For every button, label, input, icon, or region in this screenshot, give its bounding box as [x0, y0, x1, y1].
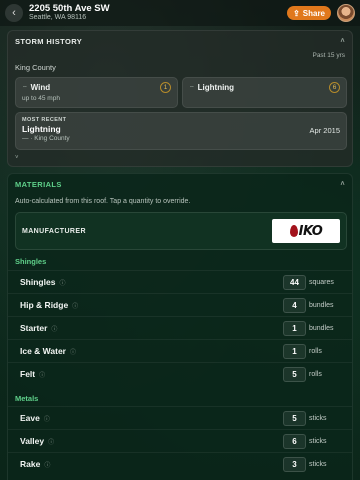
material-unit: sticks	[309, 414, 327, 422]
quantity-field[interactable]: 1	[283, 343, 306, 359]
material-name: Starter	[20, 323, 48, 333]
material-row: Starter ⓘ 1 bundles	[8, 316, 352, 339]
material-name: Valley	[20, 436, 45, 446]
info-icon[interactable]: ⓘ	[44, 460, 50, 469]
material-row: Rake ⓘ 3 sticks	[8, 452, 352, 475]
group-title-shingles: Shingles	[15, 257, 47, 266]
info-icon[interactable]: ⓘ	[51, 324, 57, 333]
hazard-label: Wind	[30, 83, 51, 92]
material-name: Ice & Water	[20, 346, 66, 356]
info-icon[interactable]: ⓘ	[70, 347, 76, 356]
manufacturer-row[interactable]: MANUFACTURER IKO	[15, 212, 347, 250]
most-recent-date: Apr 2015	[309, 126, 340, 135]
material-row: Shingles ⓘ 44 squares	[8, 270, 352, 293]
material-row: Ice & Water ⓘ 1 rolls	[8, 339, 352, 362]
info-icon[interactable]: ⓘ	[39, 370, 45, 379]
storm-period: Past 15 yrs	[312, 52, 345, 59]
chevron-down-icon[interactable]: ˅	[15, 155, 19, 161]
materials-header[interactable]: MATERIALS ˄	[8, 174, 352, 194]
quantity-field[interactable]: 4	[283, 297, 306, 313]
lightning-icon: ⌔	[189, 85, 195, 92]
chevron-up-icon[interactable]: ˄	[341, 181, 346, 188]
hazard-count-badge: 1	[160, 82, 171, 93]
info-icon[interactable]: ⓘ	[59, 278, 65, 287]
storm-history-card: STORM HISTORY ˄ Past 15 yrs King County …	[7, 30, 353, 167]
logo-text: IKO	[298, 223, 323, 239]
material-name: Eave	[20, 413, 40, 423]
material-unit: squares	[309, 278, 334, 286]
most-recent-location: — · King County	[22, 135, 70, 142]
material-row: Hip & Ridge ⓘ 4 bundles	[8, 293, 352, 316]
iko-logo: IKO	[272, 219, 340, 243]
quantity-field[interactable]: 3	[283, 456, 306, 472]
address-line1: 2205 50th Ave SW	[29, 2, 110, 14]
material-unit: sticks	[309, 460, 327, 468]
material-row: Felt ⓘ 5 rolls	[8, 362, 352, 385]
material-unit: bundles	[309, 324, 334, 332]
material-unit: bundles	[309, 301, 334, 309]
quantity-field[interactable]: 6	[283, 433, 306, 449]
material-unit: rolls	[309, 370, 322, 378]
material-unit: sticks	[309, 437, 327, 445]
hazard-card-lightning[interactable]: ⌔ Lightning 6	[182, 77, 347, 108]
group-title-metals: Metals	[15, 394, 39, 403]
material-name: Felt	[20, 369, 36, 379]
hazard-detail: up to 45 mph	[22, 95, 60, 102]
storm-history-header[interactable]: STORM HISTORY ˄	[8, 31, 352, 51]
quantity-field[interactable]: 1	[283, 320, 306, 336]
most-recent-caption: MOST RECENT	[22, 117, 67, 123]
info-icon[interactable]: ⓘ	[44, 414, 50, 423]
manufacturer-label: MANUFACTURER	[22, 227, 86, 235]
material-row: Eave ⓘ 5 sticks	[8, 406, 352, 429]
materials-card: MATERIALS ˄ Auto-calculated from this ro…	[7, 173, 353, 480]
storm-history-title: STORM HISTORY	[15, 36, 83, 46]
chevron-up-icon[interactable]: ˄	[341, 38, 346, 45]
material-name: Shingles	[20, 277, 56, 287]
share-button[interactable]: ⇪ Share	[287, 6, 331, 20]
material-name: Hip & Ridge	[20, 300, 69, 310]
most-recent-event: Lightning	[22, 124, 61, 134]
top-bar: ‹ 2205 50th Ave SW Seattle, WA 98116 ⇪ S…	[0, 0, 360, 26]
back-button[interactable]: ‹	[5, 4, 23, 22]
hazard-count-badge: 6	[329, 82, 340, 93]
share-label: Share	[302, 8, 325, 18]
quantity-field[interactable]: 5	[283, 366, 306, 382]
quantity-field[interactable]: 5	[283, 410, 306, 426]
chevron-left-icon: ‹	[12, 7, 16, 19]
share-icon: ⇪	[293, 8, 300, 18]
info-icon[interactable]: ⓘ	[48, 437, 54, 446]
hazard-label: Lightning	[197, 83, 235, 92]
storm-county: King County	[15, 63, 56, 72]
quantity-field[interactable]: 44	[283, 274, 306, 290]
logo-mark	[289, 225, 298, 237]
material-unit: rolls	[309, 347, 322, 355]
hazard-card-wind[interactable]: ⌔ Wind 1 up to 45 mph	[15, 77, 178, 108]
materials-description: Auto-calculated from this roof. Tap a qu…	[15, 198, 191, 205]
avatar[interactable]	[337, 4, 355, 22]
materials-title: MATERIALS	[15, 179, 62, 189]
info-icon[interactable]: ⓘ	[72, 301, 78, 310]
material-row: Valley ⓘ 6 sticks	[8, 429, 352, 452]
most-recent-card[interactable]: MOST RECENT Lightning — · King County Ap…	[15, 112, 347, 150]
wind-icon: ⌔	[22, 85, 28, 92]
material-name: Rake	[20, 459, 41, 469]
address-block: 2205 50th Ave SW Seattle, WA 98116	[29, 2, 110, 22]
address-line2: Seattle, WA 98116	[29, 14, 87, 22]
